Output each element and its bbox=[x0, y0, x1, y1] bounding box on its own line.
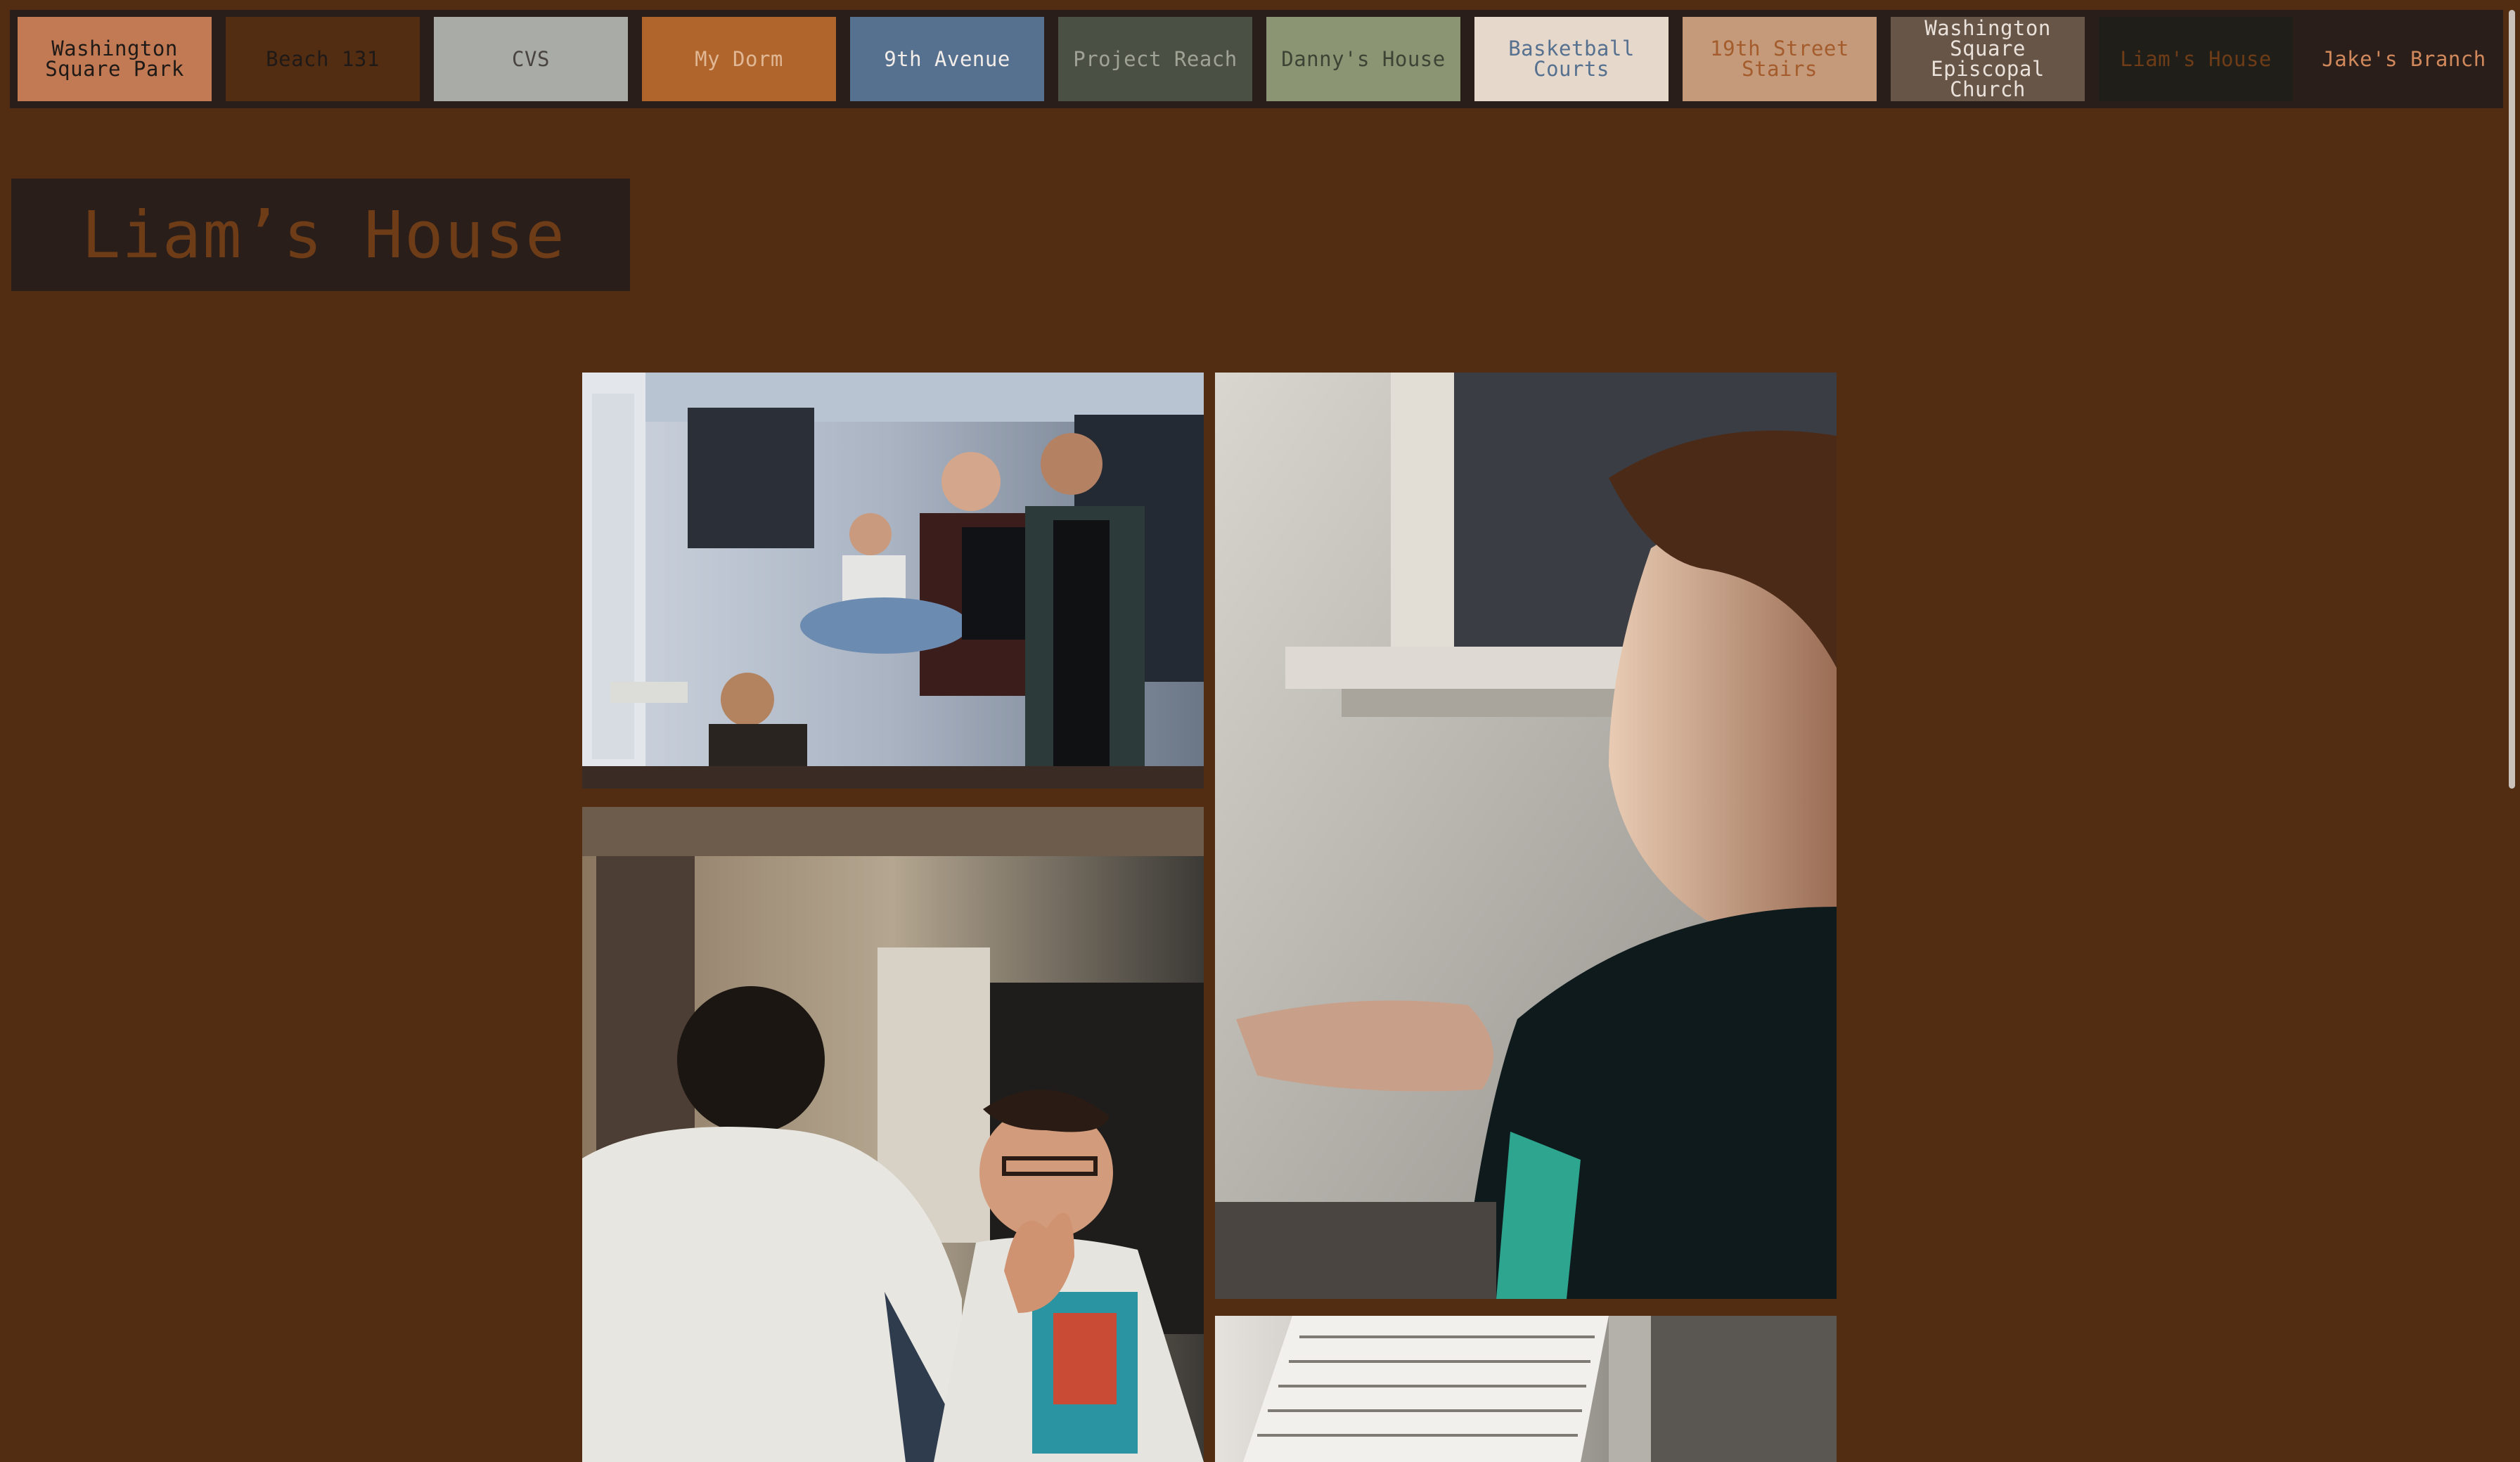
nav-item-19th-street-stairs[interactable]: 19th Street Stairs bbox=[1683, 17, 1877, 101]
nav-item-label: Beach 131 bbox=[266, 46, 380, 71]
location-nav-bar: Washington Square Park Beach 131 CVS My Dor… bbox=[10, 10, 2505, 108]
nav-item-washington-square-episcopal-church[interactable]: Washington Square Episcopal Church bbox=[1891, 17, 2085, 101]
smiling-profile-photo[interactable] bbox=[1215, 373, 1837, 1299]
nav-item-label: My Dorm bbox=[695, 46, 783, 71]
conversation-photo[interactable] bbox=[582, 807, 1204, 1462]
page-viewport: Washington Square Park Beach 131 CVS My Dor… bbox=[0, 0, 2520, 1462]
nav-item-9th-avenue[interactable]: 9th Avenue bbox=[850, 17, 1044, 101]
group-photo[interactable] bbox=[582, 373, 1204, 789]
nav-item-beach-131[interactable]: Beach 131 bbox=[226, 17, 420, 101]
nav-item-label: 19th Street Stairs bbox=[1710, 37, 1849, 81]
nav-item-label: Washington Square Episcopal Church bbox=[1924, 17, 2051, 101]
nav-item-cvs[interactable]: CVS bbox=[434, 17, 628, 101]
nav-item-label: Liam's House bbox=[2120, 46, 2272, 71]
nav-item-label: 9th Avenue bbox=[884, 46, 1010, 71]
nav-item-label: Danny's House bbox=[1281, 46, 1446, 71]
page-title-box: Liam’s House bbox=[11, 179, 630, 291]
nav-item-my-dorm[interactable]: My Dorm bbox=[642, 17, 836, 101]
ceiling-photo[interactable] bbox=[1215, 1316, 1837, 1462]
nav-item-label: Project Reach bbox=[1073, 46, 1238, 71]
nav-item-jake-s-branch[interactable]: Jake's Branch bbox=[2307, 17, 2501, 101]
nav-item-project-reach[interactable]: Project Reach bbox=[1058, 17, 1252, 101]
nav-item-washington-square-park[interactable]: Washington Square Park bbox=[18, 17, 212, 101]
nav-item-label: Jake's Branch bbox=[2322, 46, 2486, 71]
nav-item-label: Basketball Courts bbox=[1508, 37, 1635, 81]
group-photo-image bbox=[582, 373, 1204, 789]
conversation-image bbox=[582, 807, 1204, 1462]
page-title: Liam’s House bbox=[82, 197, 566, 273]
ceiling-image bbox=[1215, 1316, 1837, 1462]
smiling-profile-image bbox=[1215, 373, 1837, 1299]
nav-item-label: Washington Square Park bbox=[45, 37, 184, 81]
vertical-scrollbar[interactable] bbox=[2503, 0, 2520, 1462]
nav-item-label: CVS bbox=[512, 46, 550, 71]
nav-item-liam-s-house[interactable]: Liam's House bbox=[2099, 17, 2293, 101]
scrollbar-thumb[interactable] bbox=[2509, 10, 2515, 789]
nav-item-basketball-courts[interactable]: Basketball Courts bbox=[1474, 17, 1669, 101]
nav-item-danny-s-house[interactable]: Danny's House bbox=[1266, 17, 1460, 101]
